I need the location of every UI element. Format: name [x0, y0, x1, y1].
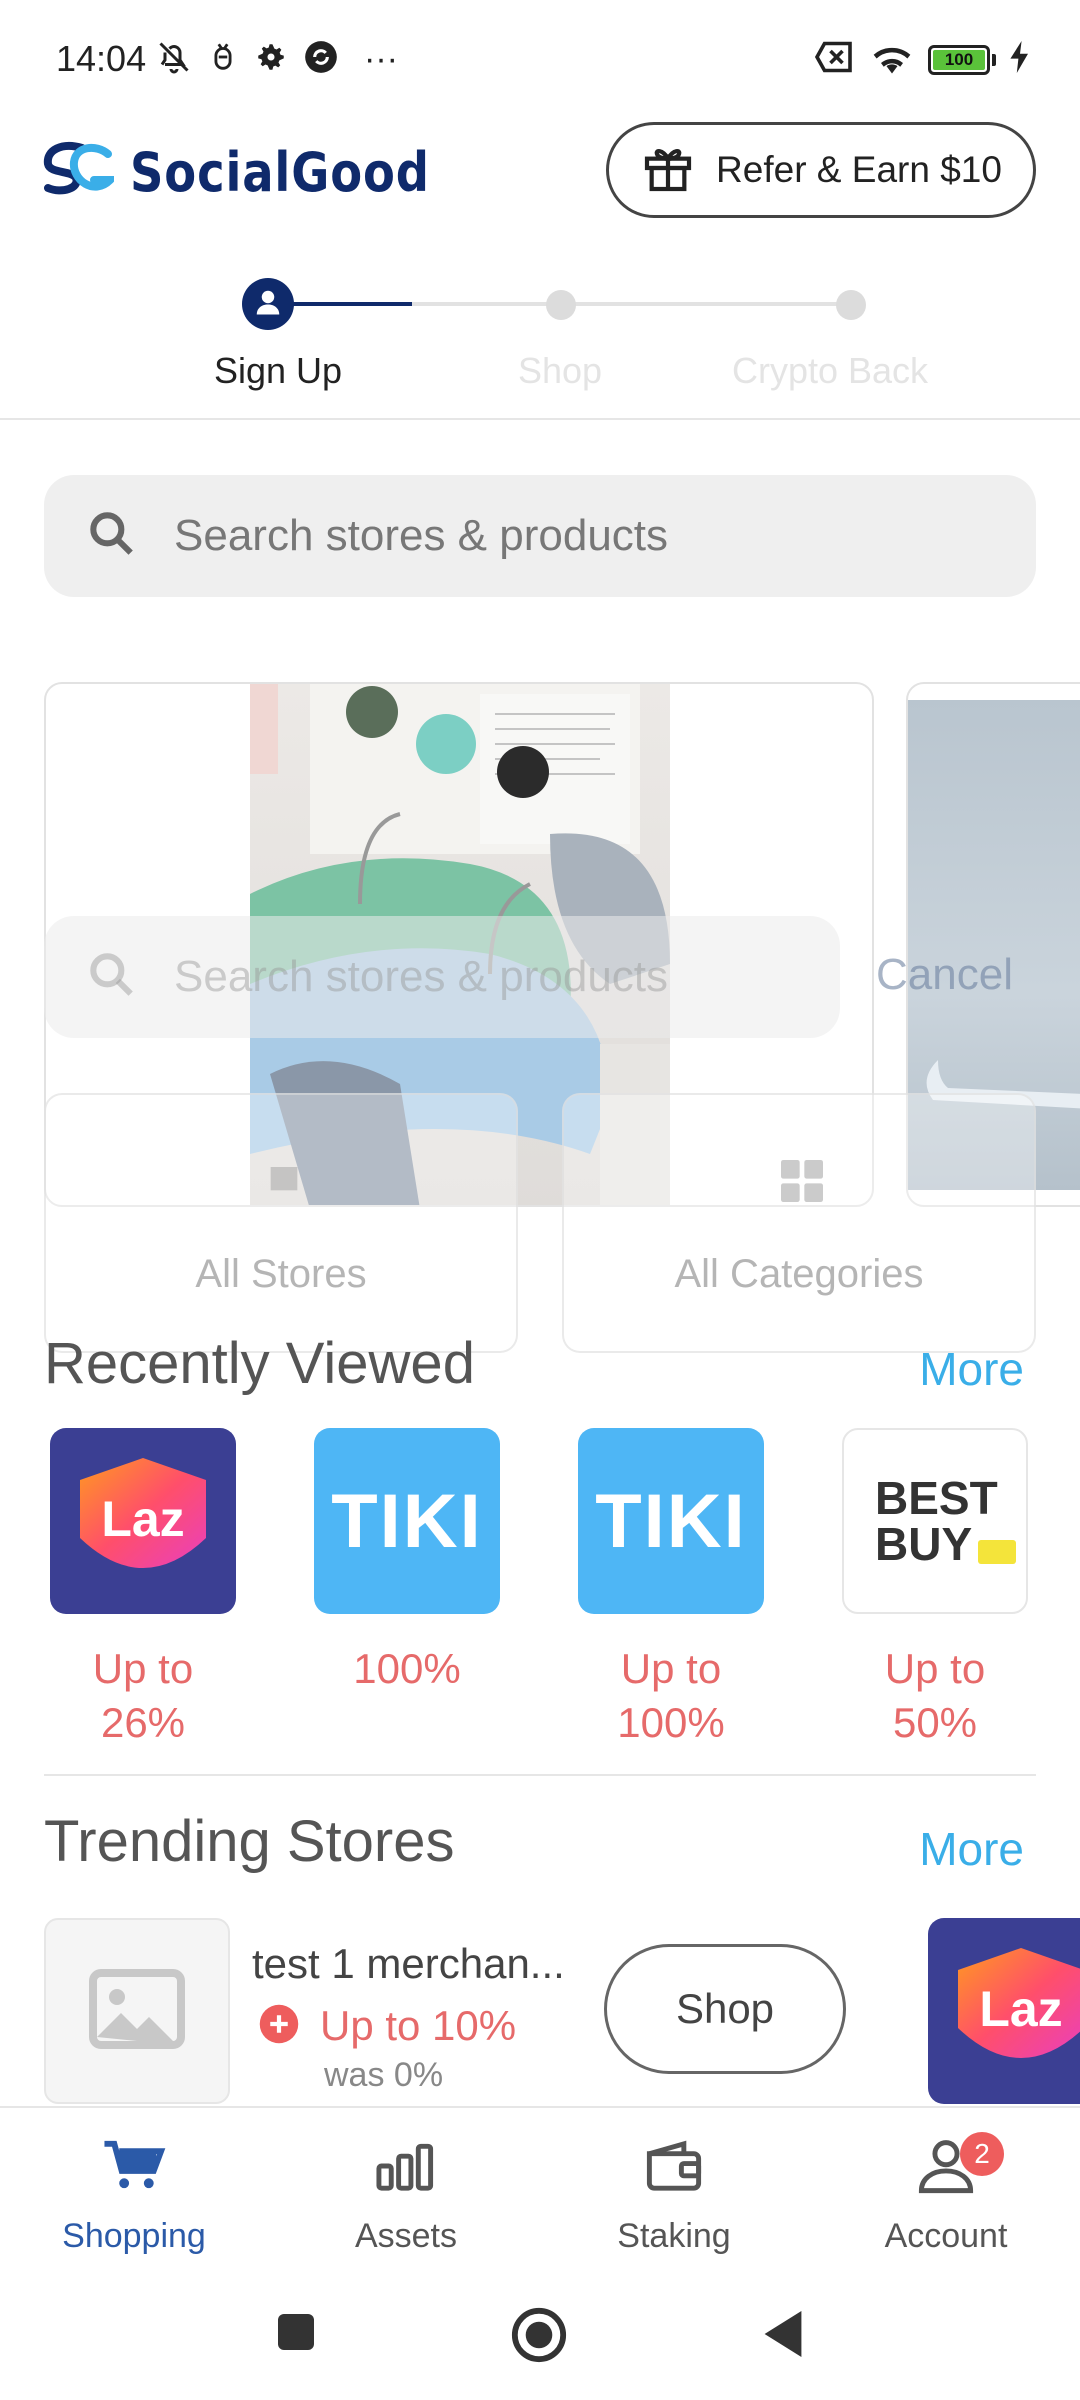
overlay-cancel-button: Cancel — [876, 950, 1013, 999]
bug-icon — [206, 40, 240, 79]
recently-viewed-more-link[interactable]: More — [919, 1342, 1024, 1396]
trending-store-offer: Up to 10% — [258, 2002, 516, 2050]
lazada-logo-text: Laz — [101, 1491, 184, 1547]
bell-off-icon — [156, 39, 192, 80]
progress-stepper: Sign Up Shop Crypto Back — [0, 270, 1080, 420]
status-icons-left: ··· — [156, 38, 398, 81]
step-connector-3 — [562, 302, 852, 306]
overlay-search-input: Search stores & products — [44, 916, 840, 1038]
grid-icon — [774, 1153, 830, 1214]
status-bar: 14:04 ··· 100 — [0, 0, 1080, 120]
lazada-logo-text: Laz — [979, 1981, 1062, 2037]
recent-store-percent: Up to 26% — [92, 1645, 194, 1746]
status-icons-right: 100 — [814, 40, 1030, 79]
recent-store-tiki[interactable]: TIKI 100% — [314, 1428, 500, 1696]
tiki-logo-text: TIKI — [595, 1478, 747, 1564]
store-icon — [264, 1157, 304, 1202]
status-time: 14:04 — [56, 38, 147, 79]
tiki-logo-text: TIKI — [331, 1478, 483, 1564]
step-crypto-back-label: Crypto Back — [731, 350, 929, 391]
overlay-all-categories-card: All Categories — [562, 1093, 1036, 1353]
system-navigation-bar — [0, 2276, 1080, 2400]
plus-circle-icon — [258, 2003, 300, 2050]
nav-assets-label: Assets — [354, 2217, 458, 2255]
nav-shopping-label: Shopping — [62, 2217, 206, 2255]
user-icon — [253, 287, 283, 322]
nav-staking-label: Staking — [617, 2217, 731, 2255]
overlay-all-stores-label: All Stores — [195, 1252, 367, 1296]
brand-logo[interactable]: SocialGood — [42, 140, 479, 205]
search-icon — [84, 506, 140, 567]
shop-button[interactable]: Shop — [604, 1944, 846, 2074]
battery-indicator: 100 — [928, 44, 996, 75]
app-header: SocialGood Refer & Earn $10 — [0, 118, 1080, 228]
trending-store-row[interactable]: test 1 merchan... Up to 10% was 0% Shop … — [44, 1918, 1080, 2104]
refer-earn-button[interactable]: Refer & Earn $10 — [606, 122, 1036, 218]
gift-icon — [640, 140, 696, 201]
recent-store-lazada[interactable]: Laz Up to 26% — [50, 1428, 236, 1750]
section-divider — [44, 1774, 1036, 1776]
search-placeholder: Search stores & products — [174, 511, 669, 560]
recent-store-tiki-2[interactable]: TIKI Up to 100% — [578, 1428, 764, 1750]
search-icon — [84, 947, 140, 1008]
recently-viewed-title: Recently Viewed — [44, 1331, 475, 1396]
nav-shopping[interactable]: Shopping — [24, 2138, 244, 2256]
battery-level: 100 — [933, 49, 985, 70]
step-2-indicator — [546, 290, 576, 320]
step-3-indicator — [836, 290, 866, 320]
wifi-icon — [870, 40, 914, 79]
back-triangle-icon[interactable] — [760, 2308, 806, 2365]
nav-account-label: Account — [884, 2217, 1008, 2255]
step-signup-label: Sign Up — [213, 350, 343, 391]
bestbuy-tag-icon — [978, 1540, 1016, 1564]
tiki-logo: TIKI — [314, 1428, 500, 1614]
step-1-indicator — [242, 278, 294, 330]
store-placeholder-image — [44, 1918, 230, 2104]
gear-icon — [254, 40, 288, 79]
tiki-logo: TIKI — [578, 1428, 764, 1614]
nav-staking[interactable]: Staking — [564, 2138, 784, 2256]
step-shop-label: Shop — [517, 350, 603, 391]
nav-assets[interactable]: Assets — [296, 2138, 516, 2256]
recents-square-icon[interactable] — [276, 2312, 316, 2357]
trending-store-offer-text: Up to 10% — [320, 2002, 517, 2049]
recent-store-percent: Up to 100% — [617, 1645, 725, 1746]
trending-next-lazada-logo[interactable]: Laz — [928, 1918, 1080, 2104]
more-dots-icon: ··· — [364, 40, 398, 78]
recent-store-percent: Up to 50% — [884, 1645, 986, 1746]
recent-store-bestbuy[interactable]: BEST BUY Up to 50% — [842, 1428, 1028, 1750]
account-notification-badge: 2 — [960, 2132, 1004, 2176]
trending-store-was: was 0% — [324, 2056, 444, 2094]
trending-stores-more-link[interactable]: More — [919, 1822, 1024, 1876]
trending-stores-title: Trending Stores — [44, 1809, 455, 1874]
charging-icon — [1010, 41, 1030, 78]
sync-icon — [302, 38, 340, 81]
bar-chart-icon — [374, 2143, 438, 2198]
wallet-icon — [642, 2140, 706, 2198]
brand-name: SocialGood — [130, 141, 430, 204]
home-circle-icon[interactable] — [510, 2306, 568, 2369]
search-input[interactable]: Search stores & products — [44, 475, 1036, 597]
overlay-all-stores-card: All Stores — [44, 1093, 518, 1353]
cart-icon — [102, 2140, 166, 2198]
image-placeholder-icon — [87, 1968, 187, 2054]
lazada-logo: Laz — [50, 1428, 236, 1614]
refer-earn-label: Refer & Earn $10 — [716, 149, 1002, 190]
overlay-search-placeholder: Search stores & products — [174, 952, 669, 1001]
bottom-navigation: Shopping Assets Staking 2 Account — [0, 2106, 1080, 2276]
trending-store-name: test 1 merchan... — [252, 1940, 565, 1987]
overlay-all-categories-label: All Categories — [674, 1252, 924, 1296]
socialgood-logo-icon — [42, 140, 120, 205]
sim-off-icon — [814, 40, 856, 79]
bestbuy-logo-text: BEST BUY — [875, 1472, 998, 1570]
search-overlay-fading: Search stores & products Cancel All Stor… — [0, 890, 1080, 1390]
step-connector-2 — [412, 302, 562, 306]
recent-store-percent: 100% — [353, 1645, 461, 1692]
bestbuy-logo: BEST BUY — [842, 1428, 1028, 1614]
nav-account[interactable]: 2 Account — [836, 2132, 1056, 2256]
person-icon — [914, 2140, 978, 2198]
